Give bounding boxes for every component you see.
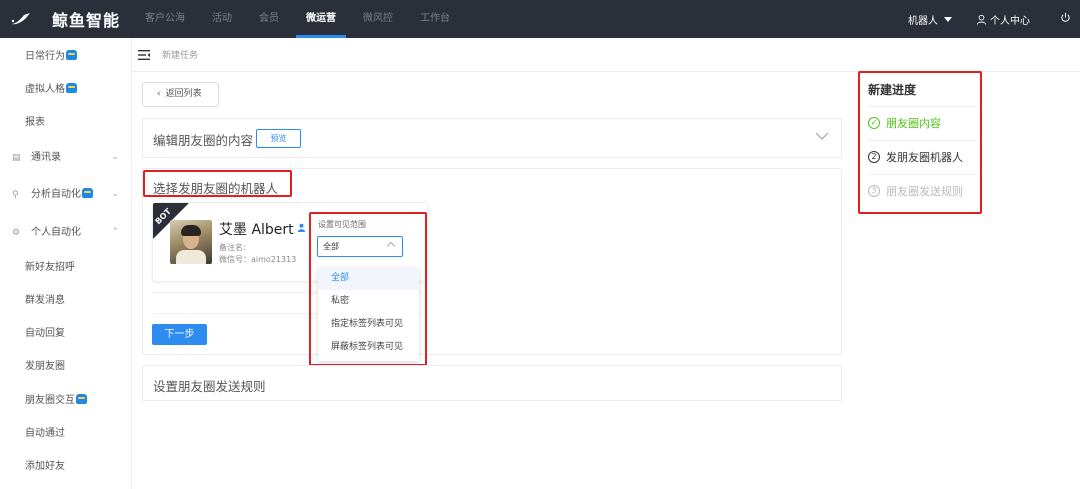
robot-name-text: 艾墨 Albert	[219, 222, 294, 238]
robot-name: 艾墨 Albert	[219, 219, 306, 239]
robot-badge-icon	[82, 188, 93, 198]
sidebar-item-label: 朋友圈交互	[25, 395, 75, 406]
robot-remark: 备注名:	[219, 243, 246, 252]
sidebar-item-label: 发朋友圈	[25, 361, 65, 372]
highlight-box-title	[143, 170, 292, 197]
top-navigation-bar: 鲸鱼智能 客户公海 活动 会员 微运营 微风控 工作台 机器人 个人中心	[0, 0, 1080, 38]
sidebar-group-personal-automation[interactable]: ⚙ 个人自动化 ⌃	[0, 216, 131, 249]
sidebar-item-reports[interactable]: 报表	[0, 106, 131, 139]
main-nav: 客户公海 活动 会员 微运营 微风控 工作台	[135, 0, 467, 38]
sidebar-item-label: 分析自动化	[31, 189, 81, 200]
sidebar-item-auto-accept[interactable]: 自动通过	[0, 417, 131, 450]
nav-item-customer-pool[interactable]: 客户公海	[135, 0, 195, 38]
robot-menu[interactable]: 机器人	[908, 12, 952, 27]
avatar	[170, 220, 212, 264]
sidebar-item-daily-behavior[interactable]: 日常行为	[0, 40, 131, 73]
logout-button[interactable]	[1060, 12, 1074, 26]
sidebar-item-post-moments[interactable]: 发朋友圈	[0, 350, 131, 383]
nav-item-risk-control[interactable]: 微风控	[353, 0, 403, 38]
back-button-label: 返回列表	[165, 89, 202, 99]
nav-item-activity[interactable]: 活动	[202, 0, 242, 38]
sidebar-item-label: 虚拟人格	[25, 84, 65, 95]
caret-down-icon	[944, 16, 952, 22]
top-right-actions: 机器人 个人中心	[908, 0, 1080, 38]
sidebar-item-virtual-persona[interactable]: 虚拟人格	[0, 73, 131, 106]
sidebar-item-label: 新好友招呼	[25, 262, 75, 273]
sidebar-item-new-friend-greeting[interactable]: 新好友招呼	[0, 251, 131, 284]
whale-logo-icon	[11, 13, 30, 25]
breadcrumb-current: 新建任务	[162, 51, 199, 61]
sidebar-item-label: 自动通过	[25, 428, 65, 439]
chevron-down-icon: ⌄	[111, 189, 119, 199]
robot-badge-icon	[66, 50, 77, 60]
gear-icon: ⚙	[12, 228, 21, 238]
chevron-up-icon: ⌃	[111, 227, 119, 237]
sidebar-item-label: 日常行为	[25, 51, 65, 62]
user-icon	[976, 14, 987, 25]
nav-item-workbench[interactable]: 工作台	[410, 0, 460, 38]
sidebar: 日常行为 虚拟人格 报表 ▤ 通讯录 ⌄ ⚲ 分析自动化 ⌄ ⚙ 个人自动化 ⌃ 新好…	[0, 38, 132, 489]
edit-panel-title: 编辑朋友圈的内容	[153, 133, 254, 148]
robot-wechat-id: 微信号：aimo21313	[219, 255, 297, 264]
robot-badge-icon	[66, 83, 77, 93]
back-to-list-button[interactable]: ‹ 返回列表	[142, 82, 219, 107]
chevron-down-icon: ⌄	[111, 152, 119, 162]
contacts-icon: ▤	[12, 153, 21, 163]
user-center-label: 个人中心	[990, 15, 1030, 27]
breadcrumb: 新建任务	[132, 38, 1080, 72]
chevron-left-icon: ‹	[157, 89, 161, 99]
robot-menu-label: 机器人	[908, 15, 938, 27]
analysis-icon: ⚲	[12, 190, 19, 200]
nav-item-wechat-ops[interactable]: 微运营	[296, 0, 346, 38]
user-center-link[interactable]: 个人中心	[976, 12, 1030, 27]
preview-button[interactable]: 预览	[256, 129, 301, 148]
logo-text: 鲸鱼智能	[52, 11, 121, 30]
sidebar-item-moments-interaction[interactable]: 朋友圈交互	[0, 384, 131, 417]
sidebar-item-label: 通讯录	[31, 152, 61, 163]
sidebar-item-label: 报表	[25, 117, 45, 128]
robot-badge-icon	[76, 394, 87, 404]
sidebar-item-auto-reply[interactable]: 自动回复	[0, 317, 131, 350]
power-icon	[1061, 12, 1070, 22]
sidebar-group-contacts[interactable]: ▤ 通讯录 ⌄	[0, 141, 131, 174]
sidebar-group-analysis-automation[interactable]: ⚲ 分析自动化 ⌄	[0, 178, 131, 211]
sidebar-item-label: 自动回复	[25, 328, 65, 339]
highlight-box-visibility	[309, 212, 427, 366]
sidebar-item-add-friend[interactable]: 添加好友	[0, 450, 131, 483]
sidebar-item-label: 添加好友	[25, 461, 65, 472]
edit-content-panel[interactable]: 编辑朋友圈的内容 预览	[142, 118, 842, 158]
menu-toggle-icon[interactable]	[138, 49, 150, 60]
nav-item-member[interactable]: 会员	[249, 0, 289, 38]
logo[interactable]: 鲸鱼智能	[10, 8, 120, 30]
sidebar-item-label: 群发消息	[25, 295, 65, 306]
person-icon	[297, 223, 305, 232]
send-rule-panel[interactable]: 设置朋友圈发送规则	[142, 365, 842, 401]
sidebar-item-mass-message[interactable]: 群发消息	[0, 284, 131, 317]
highlight-box-progress	[858, 71, 982, 214]
next-step-button[interactable]: 下一步	[152, 324, 207, 345]
rule-panel-title: 设置朋友圈发送规则	[153, 379, 266, 394]
chevron-down-icon[interactable]	[815, 131, 829, 141]
sidebar-item-label: 个人自动化	[31, 227, 81, 238]
